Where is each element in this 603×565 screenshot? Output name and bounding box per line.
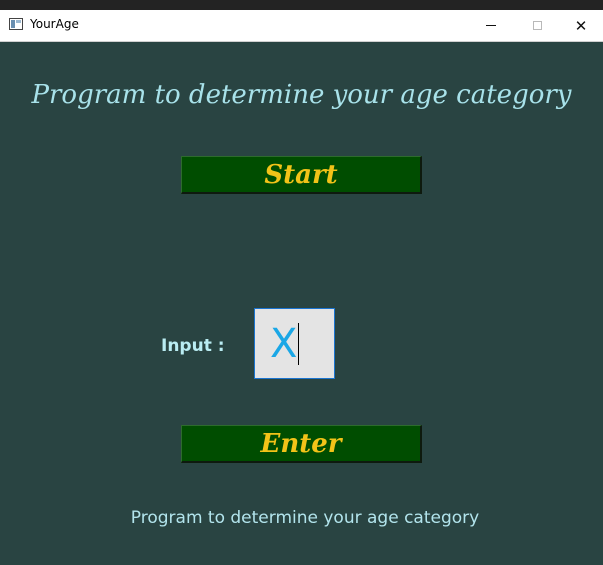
text-caret — [298, 322, 300, 365]
window-title: YourAge — [30, 17, 79, 31]
result-text: Program to determine your age category — [130, 508, 480, 528]
title-bar[interactable]: YourAge ✕ — [0, 10, 603, 42]
age-input[interactable]: X — [254, 308, 335, 379]
minimize-icon — [486, 25, 496, 26]
close-icon: ✕ — [574, 16, 588, 35]
start-button[interactable]: Start — [181, 156, 422, 194]
close-button[interactable]: ✕ — [558, 10, 603, 41]
app-window-icon — [9, 18, 23, 30]
maximize-button[interactable] — [514, 10, 560, 41]
desktop-top-strip — [0, 0, 603, 10]
enter-button[interactable]: Enter — [181, 425, 422, 463]
app-window: YourAge ✕ Program to determine your age … — [0, 0, 603, 565]
page-heading: Program to determine your age category — [31, 80, 572, 110]
age-input-value: X — [270, 320, 298, 367]
minimize-button[interactable] — [468, 10, 514, 41]
input-label: Input : — [161, 336, 225, 356]
maximize-icon — [532, 21, 542, 30]
